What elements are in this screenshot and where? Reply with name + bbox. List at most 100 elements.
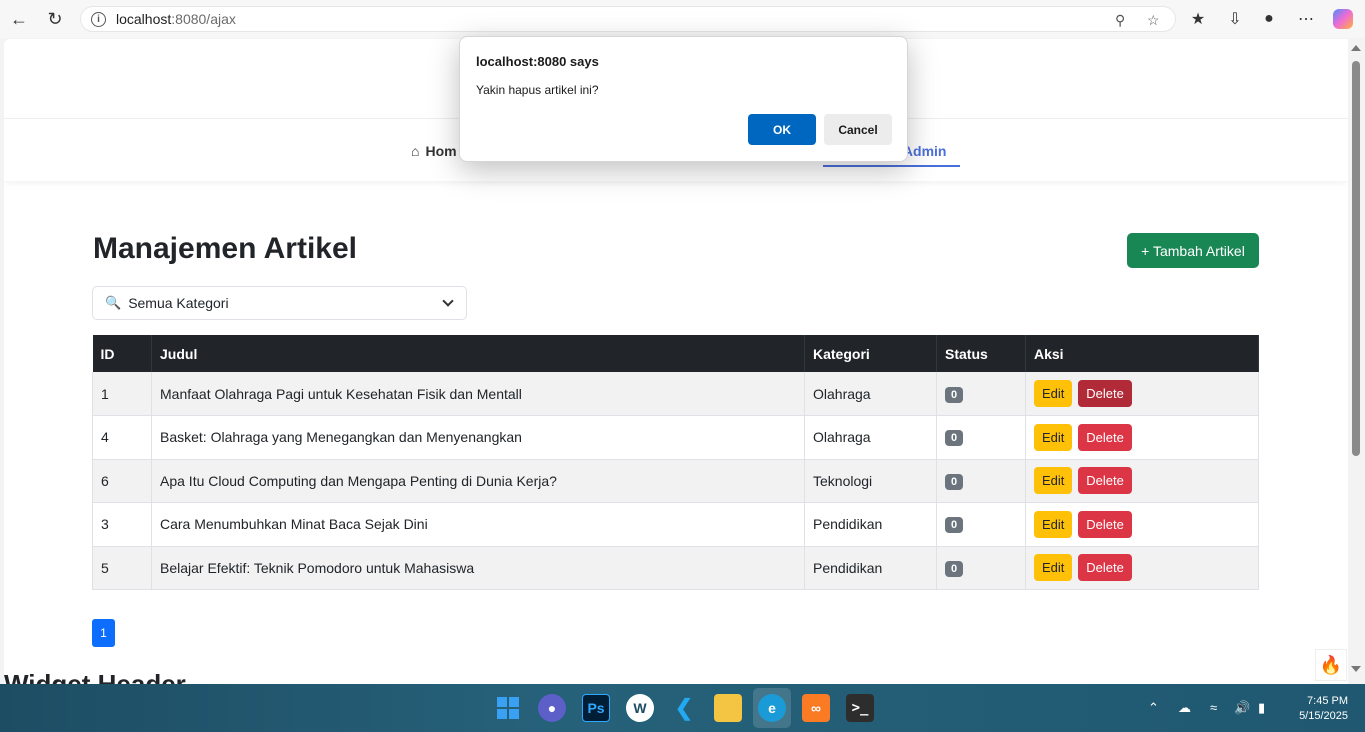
table-row: 1 Manfaat Olahraga Pagi untuk Kesehatan … bbox=[92, 372, 1259, 416]
chevron-up-icon[interactable]: ⌃ bbox=[1148, 700, 1159, 716]
edge-browser-icon[interactable]: e bbox=[758, 694, 786, 722]
table-row: 6 Apa Itu Cloud Computing dan Mengapa Pe… bbox=[92, 459, 1259, 503]
cell-judul: Belajar Efektif: Teknik Pomodoro untuk M… bbox=[151, 546, 805, 590]
page-title: Manajemen Artikel bbox=[93, 232, 357, 265]
category-filter-select[interactable]: 🔍 Semua Kategori bbox=[92, 286, 467, 320]
status-badge: 0 bbox=[945, 517, 964, 534]
cell-kategori: Pendidikan bbox=[804, 546, 937, 590]
copilot-icon[interactable] bbox=[1333, 9, 1353, 29]
edit-button[interactable]: Edit bbox=[1034, 423, 1073, 451]
dialog-cancel-button[interactable]: Cancel bbox=[824, 114, 892, 145]
cell-id: 5 bbox=[92, 546, 152, 590]
header-aksi: Aksi bbox=[1025, 335, 1259, 372]
terminal-icon[interactable]: >_ bbox=[846, 694, 874, 722]
browser-toolbar: ← ↻ i localhost:8080/ajax ⚲ ☆ ★ ⇩ ● ⋯ bbox=[0, 0, 1365, 38]
cell-judul: Manfaat Olahraga Pagi untuk Kesehatan Fi… bbox=[151, 372, 805, 416]
home-icon: ⌂ bbox=[411, 143, 420, 159]
nav-home-link[interactable]: ⌂ Hom bbox=[411, 143, 457, 159]
search-icon: 🔍 bbox=[105, 295, 122, 310]
confirm-dialog: localhost:8080 says Yakin hapus artikel … bbox=[459, 36, 908, 162]
more-menu-icon[interactable]: ⋯ bbox=[1296, 9, 1316, 29]
cell-status: 0 bbox=[936, 459, 1026, 503]
table-row: 5 Belajar Efektif: Teknik Pomodoro untuk… bbox=[92, 546, 1259, 590]
cell-status: 0 bbox=[936, 546, 1026, 590]
cell-kategori: Olahraga bbox=[804, 415, 937, 460]
url-path: :8080/ajax bbox=[171, 11, 236, 27]
cell-aksi: Edit Delete bbox=[1025, 459, 1259, 503]
vscode-icon[interactable]: ❮ bbox=[670, 694, 698, 722]
delete-button[interactable]: Delete bbox=[1078, 380, 1132, 407]
cell-aksi: Edit Delete bbox=[1025, 415, 1259, 460]
favorite-star-icon[interactable]: ☆ bbox=[1147, 7, 1160, 33]
add-article-button[interactable]: + Tambah Artikel bbox=[1127, 233, 1259, 268]
status-badge: 0 bbox=[945, 430, 964, 447]
clock-time: 7:45 PM bbox=[1307, 695, 1348, 707]
nav-home-label: Hom bbox=[425, 143, 457, 159]
scroll-thumb[interactable] bbox=[1352, 61, 1360, 456]
favorites-icon[interactable]: ★ bbox=[1188, 9, 1208, 29]
photoshop-icon[interactable]: Ps bbox=[582, 694, 610, 722]
table-row: 3 Cara Menumbuhkan Minat Baca Sejak Dini… bbox=[92, 502, 1259, 547]
status-badge: 0 bbox=[945, 473, 964, 490]
xampp-icon[interactable]: ∞ bbox=[802, 694, 830, 722]
category-filter-value: Semua Kategori bbox=[128, 295, 229, 311]
windows-taskbar: ● Ps W ❮ e ∞ >_ ⌃ ☁ ≈ 🔊 ▮ 7:45 PM 5/15/2… bbox=[0, 684, 1365, 732]
status-badge: 0 bbox=[945, 560, 964, 577]
cell-aksi: Edit Delete bbox=[1025, 502, 1259, 547]
clock-date: 5/15/2025 bbox=[1299, 710, 1348, 722]
header-id: ID bbox=[92, 335, 152, 372]
page-scrollbar[interactable] bbox=[1348, 39, 1365, 684]
edit-button[interactable]: Edit bbox=[1034, 467, 1073, 495]
word-app-icon[interactable]: W bbox=[626, 694, 654, 722]
edit-button[interactable]: Edit bbox=[1034, 510, 1073, 538]
cell-kategori: Pendidikan bbox=[804, 502, 937, 547]
header-status: Status bbox=[936, 335, 1026, 372]
header-judul: Judul bbox=[151, 335, 805, 372]
articles-table: ID Judul Kategori Status Aksi 1 Manfaat … bbox=[92, 335, 1259, 590]
cell-kategori: Teknologi bbox=[804, 459, 937, 503]
fire-icon[interactable]: 🔥 bbox=[1315, 649, 1347, 681]
address-bar[interactable]: i localhost:8080/ajax ⚲ ☆ bbox=[80, 6, 1176, 32]
weather-cloud-icon[interactable]: ☁ bbox=[1178, 700, 1191, 716]
site-info-icon[interactable]: i bbox=[91, 11, 106, 27]
delete-button[interactable]: Delete bbox=[1078, 554, 1132, 582]
cell-kategori: Olahraga bbox=[804, 372, 937, 416]
cell-aksi: Edit Delete bbox=[1025, 372, 1259, 416]
delete-button[interactable]: Delete bbox=[1078, 423, 1132, 451]
widget-header: Widget Header bbox=[4, 669, 186, 684]
delete-button[interactable]: Delete bbox=[1078, 467, 1132, 495]
refresh-icon[interactable]: ↻ bbox=[45, 9, 65, 29]
status-badge: 0 bbox=[945, 386, 964, 403]
zoom-icon[interactable]: ⚲ bbox=[1115, 7, 1125, 33]
cell-id: 1 bbox=[92, 372, 152, 416]
edit-button[interactable]: Edit bbox=[1034, 380, 1073, 407]
cell-id: 3 bbox=[92, 502, 152, 547]
pagination-page-button[interactable]: 1 bbox=[92, 619, 115, 647]
cell-id: 6 bbox=[92, 459, 152, 503]
start-windows-icon[interactable] bbox=[494, 694, 522, 722]
back-arrow-icon[interactable]: ← bbox=[9, 9, 29, 29]
downloads-icon[interactable]: ⇩ bbox=[1225, 9, 1245, 29]
meet-app-icon[interactable]: ● bbox=[538, 694, 566, 722]
delete-button[interactable]: Delete bbox=[1078, 510, 1132, 538]
cell-judul: Cara Menumbuhkan Minat Baca Sejak Dini bbox=[151, 502, 805, 547]
url-host: localhost bbox=[116, 11, 172, 27]
scroll-up-arrow-icon[interactable] bbox=[1351, 45, 1361, 51]
wifi-icon[interactable]: ≈ bbox=[1210, 700, 1217, 715]
cell-status: 0 bbox=[936, 372, 1026, 416]
dialog-ok-button[interactable]: OK bbox=[748, 114, 816, 145]
volume-icon[interactable]: 🔊 bbox=[1234, 700, 1250, 716]
cell-aksi: Edit Delete bbox=[1025, 546, 1259, 590]
scroll-down-arrow-icon[interactable] bbox=[1351, 666, 1361, 672]
profile-icon[interactable]: ● bbox=[1259, 9, 1279, 29]
system-clock[interactable]: 7:45 PM 5/15/2025 bbox=[1286, 694, 1348, 724]
file-explorer-icon[interactable] bbox=[714, 694, 742, 722]
cell-status: 0 bbox=[936, 502, 1026, 547]
dialog-message: Yakin hapus artikel ini? bbox=[476, 83, 599, 97]
cell-id: 4 bbox=[92, 415, 152, 460]
cell-judul: Apa Itu Cloud Computing dan Mengapa Pent… bbox=[151, 459, 805, 503]
edit-button[interactable]: Edit bbox=[1034, 554, 1073, 582]
cell-judul: Basket: Olahraga yang Menegangkan dan Me… bbox=[151, 415, 805, 460]
table-row: 4 Basket: Olahraga yang Menegangkan dan … bbox=[92, 415, 1259, 460]
battery-icon[interactable]: ▮ bbox=[1258, 700, 1265, 716]
